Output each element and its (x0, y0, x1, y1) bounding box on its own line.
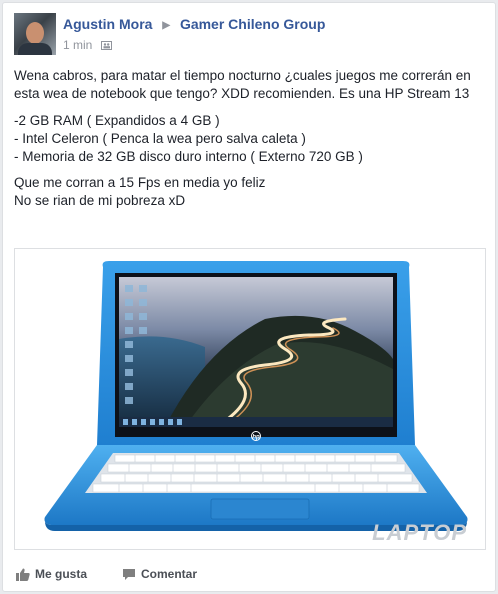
group-name-link[interactable]: Gamer Chileno Group (180, 16, 325, 32)
spec-line: - Intel Celeron ( Penca la wea pero salv… (14, 131, 306, 146)
closing-line: Que me corran a 15 Fps en media yo feliz (14, 175, 266, 190)
post-photo[interactable]: hp LAPTOP (14, 248, 486, 550)
avatar-shirt (18, 43, 52, 55)
feed-post: Agustin Mora ▶ Gamer Chileno Group 1 min… (2, 2, 496, 592)
spec-line: -2 GB RAM ( Expandidos a 4 GB ) (14, 113, 220, 128)
photo-watermark: LAPTOP (372, 520, 467, 545)
author-name-link[interactable]: Agustin Mora (63, 16, 152, 32)
post-timestamp[interactable]: 1 min (63, 38, 92, 52)
post-actions: Me gusta Comentar (14, 563, 486, 587)
like-label: Me gusta (35, 567, 88, 581)
spec-line: - Memoria de 32 GB disco duro interno ( … (14, 149, 363, 164)
closing-lines: Que me corran a 15 Fps en media yo feliz… (14, 174, 486, 210)
post-body: Wena cabros, para matar el tiempo noctur… (14, 67, 486, 219)
hp-logo: hp (252, 435, 260, 441)
post-header: Agustin Mora ▶ Gamer Chileno Group (63, 16, 325, 32)
author-avatar[interactable] (14, 13, 56, 55)
group-icon (100, 41, 112, 50)
closing-line: No se rian de mi pobreza xD (14, 193, 186, 208)
post-paragraph: Wena cabros, para matar el tiempo noctur… (14, 68, 471, 101)
comment-label: Comentar (141, 567, 198, 581)
thumbs-up-icon (16, 568, 30, 581)
like-button[interactable]: Me gusta (16, 567, 87, 581)
post-meta: 1 min (63, 38, 112, 52)
arrow-right-icon: ▶ (162, 20, 171, 31)
comment-button[interactable]: Comentar (122, 567, 197, 581)
comment-icon (123, 568, 135, 580)
avatar-face (26, 22, 44, 44)
spec-list: -2 GB RAM ( Expandidos a 4 GB ) - Intel … (14, 112, 486, 166)
laptop-image: hp (44, 261, 468, 531)
